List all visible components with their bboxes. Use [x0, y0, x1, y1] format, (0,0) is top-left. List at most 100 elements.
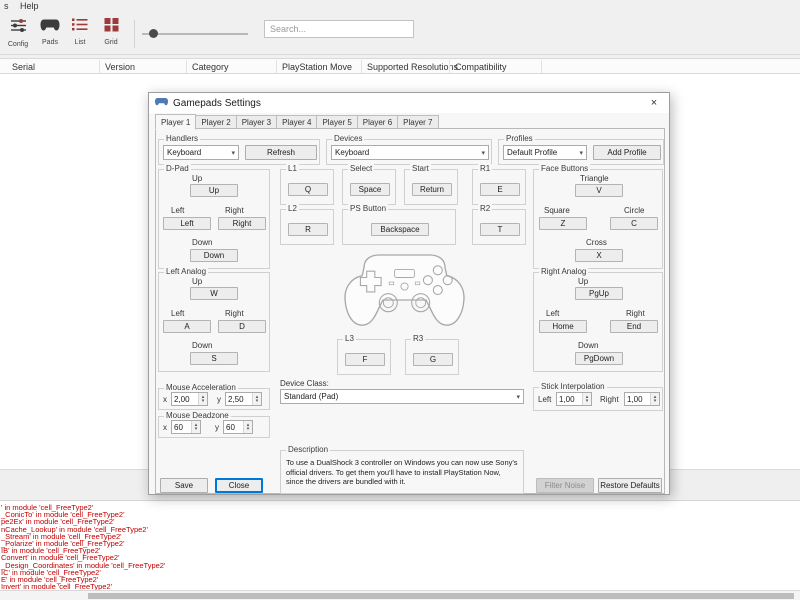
filter-noise-button: Filter Noise [536, 478, 594, 493]
add-profile-button[interactable]: Add Profile [593, 145, 661, 160]
mouse-accel-x-spinbox[interactable]: 2,00 ▴ ▾ [171, 392, 208, 406]
description-text: To use a DualShock 3 controller on Windo… [286, 458, 518, 486]
toolbar-separator [134, 20, 135, 48]
right-analog-up-button[interactable]: PgUp [575, 287, 623, 300]
column-playstation-move[interactable]: PlayStation Move [282, 62, 352, 72]
l3-legend: L3 [343, 334, 356, 344]
spin-down-icon[interactable]: ▾ [256, 399, 259, 404]
ps-button[interactable]: Backspace [371, 223, 429, 236]
square-button[interactable]: Z [539, 217, 587, 230]
mouse-acceleration-group: Mouse Acceleration x 2,00 ▴ ▾ y 2,50 ▴ ▾ [158, 383, 270, 410]
tab-player-3[interactable]: Player 3 [236, 115, 278, 129]
spinner-arrows[interactable]: ▴ ▾ [243, 421, 252, 433]
dpad-right-button[interactable]: Right [218, 217, 266, 230]
icon-size-slider-thumb[interactable] [149, 29, 158, 38]
spinner-arrows[interactable]: ▴ ▾ [582, 393, 591, 405]
tab-player-6[interactable]: Player 6 [357, 115, 399, 129]
spin-down-icon[interactable]: ▾ [247, 427, 250, 432]
l1-legend: L1 [286, 164, 299, 174]
refresh-button[interactable]: Refresh [245, 145, 317, 160]
horizontal-scrollbar[interactable] [0, 590, 800, 600]
column-serial[interactable]: Serial [12, 62, 35, 72]
column-compatibility[interactable]: Compatibility [455, 62, 507, 72]
start-button[interactable]: Return [412, 183, 452, 196]
dpad-left-button[interactable]: Left [163, 217, 211, 230]
spinner-arrows[interactable]: ▴ ▾ [650, 393, 659, 405]
r3-button[interactable]: G [413, 353, 453, 366]
close-icon[interactable]: × [645, 95, 663, 111]
pads-button[interactable]: Pads [35, 17, 65, 51]
log-line: _Design_Coordinates' in module 'cell_Fre… [1, 560, 166, 570]
triangle-button[interactable]: V [575, 184, 623, 197]
right-analog-down-button[interactable]: PgDown [575, 352, 623, 365]
spinner-arrows[interactable]: ▴ ▾ [191, 421, 200, 433]
profile-select[interactable]: Default Profile ▾ [503, 145, 587, 160]
column-separator [276, 60, 277, 73]
right-analog-right-button[interactable]: End [610, 320, 658, 333]
dialog-gamepad-icon [155, 94, 168, 112]
close-button[interactable]: Close [215, 478, 263, 493]
profile-selected-value: Default Profile [507, 148, 558, 157]
left-analog-group: Left Analog Up W Left Right A D Down S [158, 267, 270, 372]
grid-view-button[interactable]: Grid [96, 17, 126, 51]
horizontal-scrollbar-thumb[interactable] [88, 593, 794, 599]
dialog-titlebar[interactable]: Gamepads Settings × [149, 93, 669, 113]
l2-button[interactable]: R [288, 223, 328, 236]
column-supported-resolutions[interactable]: Supported Resolutions [367, 62, 458, 72]
l1-button[interactable]: Q [288, 183, 328, 196]
device-select[interactable]: Keyboard ▾ [331, 145, 489, 160]
tab-player-1[interactable]: Player 1 [155, 114, 197, 130]
log-line: IB' in module 'cell_FreeType2' [1, 546, 101, 556]
dpad-right-label: Right [225, 206, 244, 215]
stick-interp-right-spinbox[interactable]: 1,00 ▴ ▾ [624, 392, 660, 406]
column-category[interactable]: Category [192, 62, 229, 72]
column-separator [449, 60, 450, 73]
tab-player-4[interactable]: Player 4 [277, 115, 318, 129]
stick-interp-left-spinbox[interactable]: 1,00 ▴ ▾ [556, 392, 592, 406]
spin-down-icon[interactable]: ▾ [586, 399, 589, 404]
r2-button[interactable]: T [480, 223, 520, 236]
tab-player-5[interactable]: Player 5 [317, 115, 358, 129]
mouse-accel-y-spinbox[interactable]: 2,50 ▴ ▾ [225, 392, 262, 406]
spinner-arrows[interactable]: ▴ ▾ [198, 393, 207, 405]
l3-button[interactable]: F [345, 353, 385, 366]
handler-select[interactable]: Keyboard ▾ [163, 145, 239, 160]
stick-interp-right-label: Right [600, 395, 619, 404]
chevron-down-icon: ▾ [579, 149, 583, 157]
list-view-button[interactable]: List [65, 17, 95, 51]
right-analog-up-label: Up [578, 277, 589, 286]
column-version[interactable]: Version [105, 62, 135, 72]
r1-button[interactable]: E [480, 183, 520, 196]
config-button[interactable]: Config [3, 17, 33, 51]
spin-down-icon[interactable]: ▾ [202, 399, 205, 404]
right-analog-left-button[interactable]: Home [539, 320, 587, 333]
search-input[interactable] [264, 20, 414, 38]
left-analog-right-button[interactable]: D [218, 320, 266, 333]
mouse-deadzone-x-spinbox[interactable]: 60 ▴ ▾ [171, 420, 201, 434]
select-button[interactable]: Space [350, 183, 390, 196]
dpad-up-button[interactable]: Up [190, 184, 238, 197]
mouse-deadzone-y-spinbox[interactable]: 60 ▴ ▾ [223, 420, 253, 434]
left-analog-left-label: Left [171, 309, 185, 318]
device-class-select[interactable]: Standard (Pad) ▾ [280, 389, 524, 404]
spin-down-icon[interactable]: ▾ [654, 399, 657, 404]
restore-defaults-button[interactable]: Restore Defaults [598, 478, 662, 493]
left-analog-left-button[interactable]: A [163, 320, 211, 333]
spinner-arrows[interactable]: ▴ ▾ [252, 393, 261, 405]
menu-item-help[interactable]: Help [20, 1, 39, 11]
devices-group: Devices Keyboard ▾ [326, 134, 492, 165]
menu-item-truncated[interactable]: s [4, 1, 9, 11]
left-analog-up-button[interactable]: W [190, 287, 238, 300]
circle-button[interactable]: C [610, 217, 658, 230]
dpad-down-button[interactable]: Down [190, 249, 238, 262]
l2-legend: L2 [286, 204, 299, 214]
left-analog-down-button[interactable]: S [190, 352, 238, 365]
save-button[interactable]: Save [160, 478, 208, 493]
tab-player-2[interactable]: Player 2 [196, 115, 237, 129]
spin-down-icon[interactable]: ▾ [195, 427, 198, 432]
cross-button[interactable]: X [575, 249, 623, 262]
stick-interpolation-legend: Stick Interpolation [539, 382, 607, 392]
stick-interpolation-group: Stick Interpolation Left 1,00 ▴ ▾ Right 1… [533, 382, 663, 411]
mouse-accel-y-value: 2,50 [228, 394, 244, 404]
tab-player-7[interactable]: Player 7 [398, 115, 439, 129]
